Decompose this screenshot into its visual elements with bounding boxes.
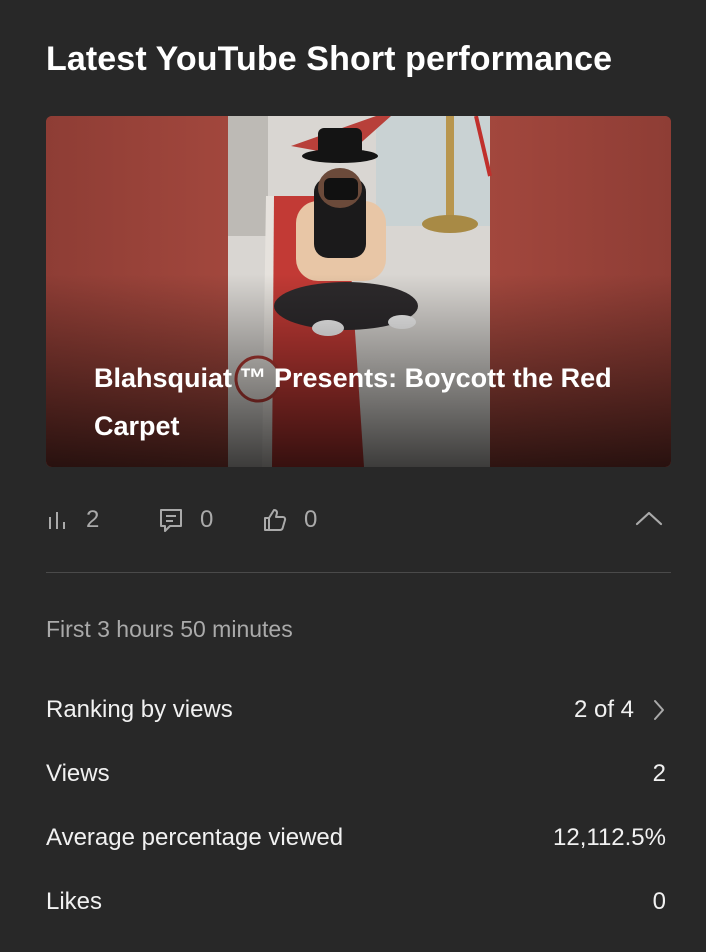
bar-chart-icon <box>46 508 70 532</box>
views-row: Views 2 <box>46 754 666 794</box>
comments-stat: 0 <box>158 500 213 540</box>
metric-label: Likes <box>46 888 103 915</box>
collapse-button[interactable] <box>631 500 667 540</box>
likes-stat: 0 <box>262 500 317 540</box>
stats-row: 2 0 0 <box>46 500 671 540</box>
metric-label: Average percentage viewed <box>46 824 344 851</box>
divider <box>46 572 671 573</box>
views-stat: 2 <box>46 500 99 540</box>
period-label: First 3 hours 50 minutes <box>46 616 293 642</box>
average-percentage-row: Average percentage viewed 12,112.5% <box>46 818 666 858</box>
metric-value: 0 <box>652 888 666 915</box>
thumbs-up-icon <box>262 507 288 533</box>
metric-value: 2 of 4 <box>573 696 634 723</box>
likes-count: 0 <box>304 506 318 533</box>
chevron-up-icon <box>635 510 663 531</box>
metric-label: Ranking by views <box>46 696 233 723</box>
views-count: 2 <box>86 506 100 533</box>
card-title: Latest YouTube Short performance <box>46 40 613 78</box>
comments-count: 0 <box>200 506 214 533</box>
ranking-row[interactable]: Ranking by views 2 of 4 <box>46 690 666 730</box>
short-thumbnail[interactable]: Blahsquiat ™ Presents: Boycott the Red C… <box>46 116 671 467</box>
likes-row: Likes 0 <box>46 882 666 922</box>
metric-value: 2 <box>652 760 666 787</box>
chevron-right-icon <box>652 698 666 722</box>
metric-label: Views <box>46 760 110 787</box>
metric-value: 12,112.5% <box>553 824 666 851</box>
short-title: Blahsquiat ™ Presents: Boycott the Red C… <box>94 363 612 441</box>
comment-icon <box>158 507 184 533</box>
